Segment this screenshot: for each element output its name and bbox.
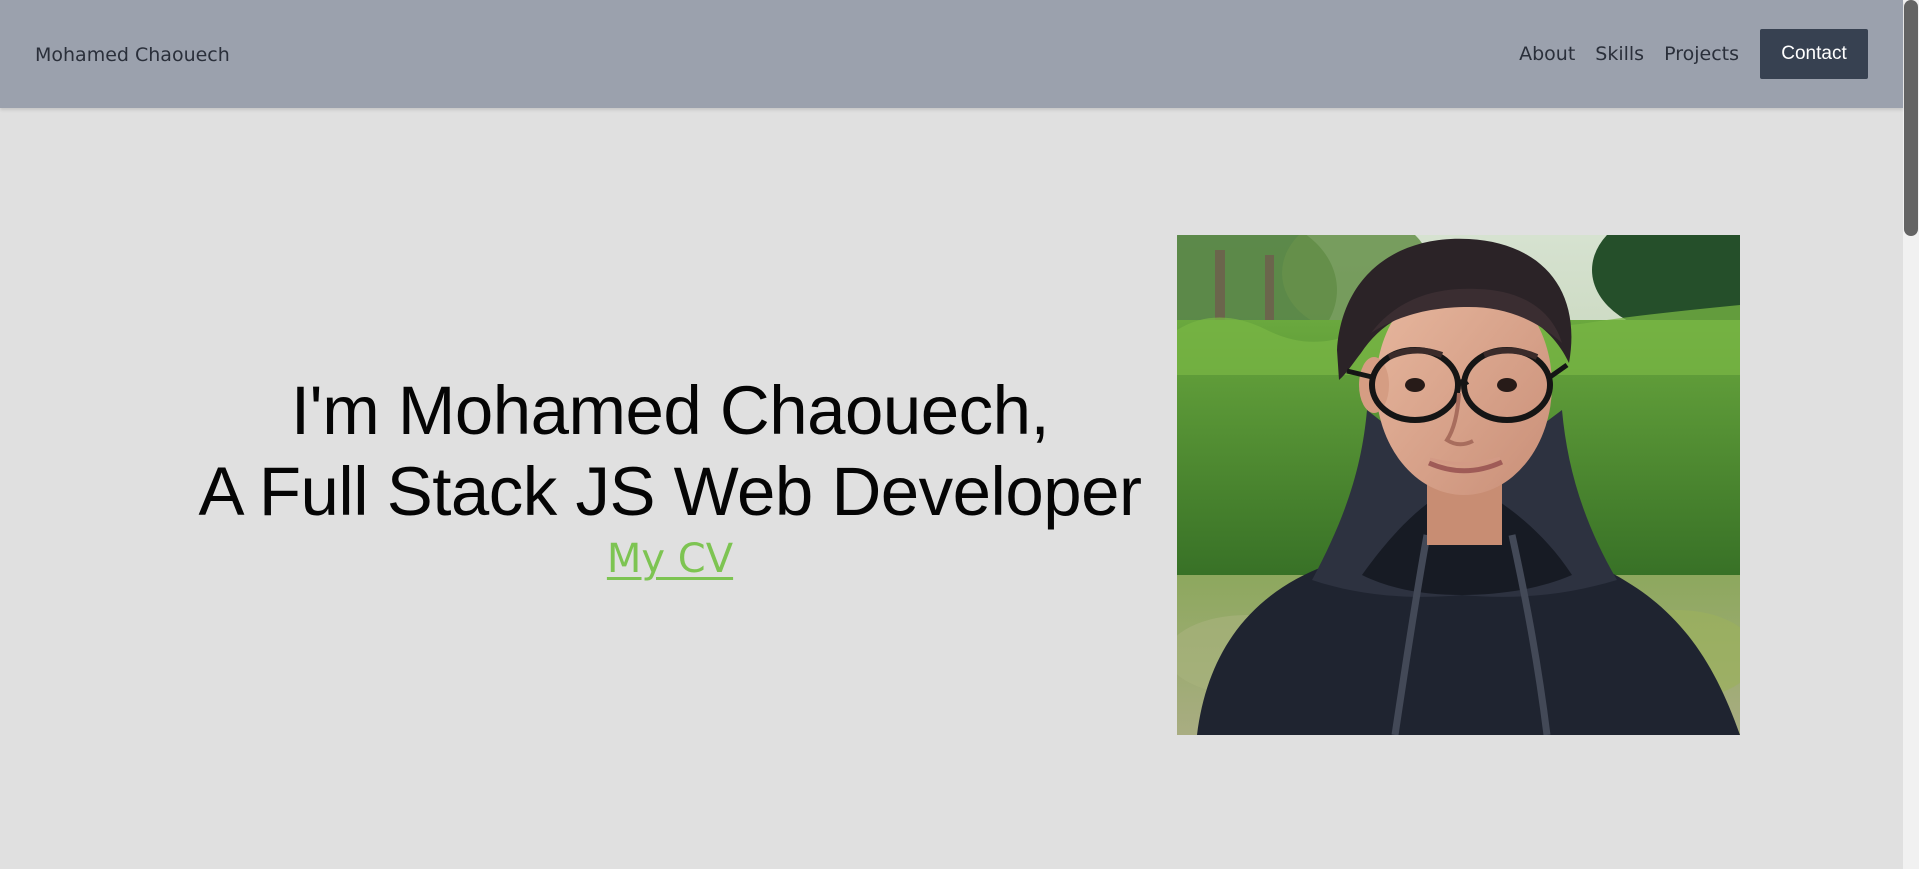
hero-section: I'm Mohamed Chaouech, A Full Stack JS We…: [170, 370, 1170, 582]
nav-link-about[interactable]: About: [1519, 42, 1575, 66]
nav-link-projects[interactable]: Projects: [1664, 42, 1739, 66]
profile-photo-image: [1177, 235, 1740, 735]
contact-button[interactable]: Contact: [1760, 29, 1868, 79]
hero-heading: I'm Mohamed Chaouech, A Full Stack JS We…: [170, 370, 1170, 532]
brand-name-link[interactable]: Mohamed Chaouech: [35, 42, 230, 68]
page-scrollbar[interactable]: [1903, 0, 1919, 869]
scrollbar-thumb[interactable]: [1904, 0, 1918, 236]
hero-heading-line-2: A Full Stack JS Web Developer: [198, 453, 1142, 530]
nav-link-skills[interactable]: Skills: [1595, 42, 1644, 66]
profile-photo: [1177, 235, 1740, 735]
my-cv-link[interactable]: My CV: [607, 536, 733, 582]
top-navigation-bar: Mohamed Chaouech About Skills Projects C…: [0, 0, 1903, 108]
navigation-menu: About Skills Projects Contact: [1519, 29, 1868, 79]
hero-heading-line-1: I'm Mohamed Chaouech,: [290, 372, 1050, 449]
portfolio-page: Mohamed Chaouech About Skills Projects C…: [0, 0, 1919, 869]
